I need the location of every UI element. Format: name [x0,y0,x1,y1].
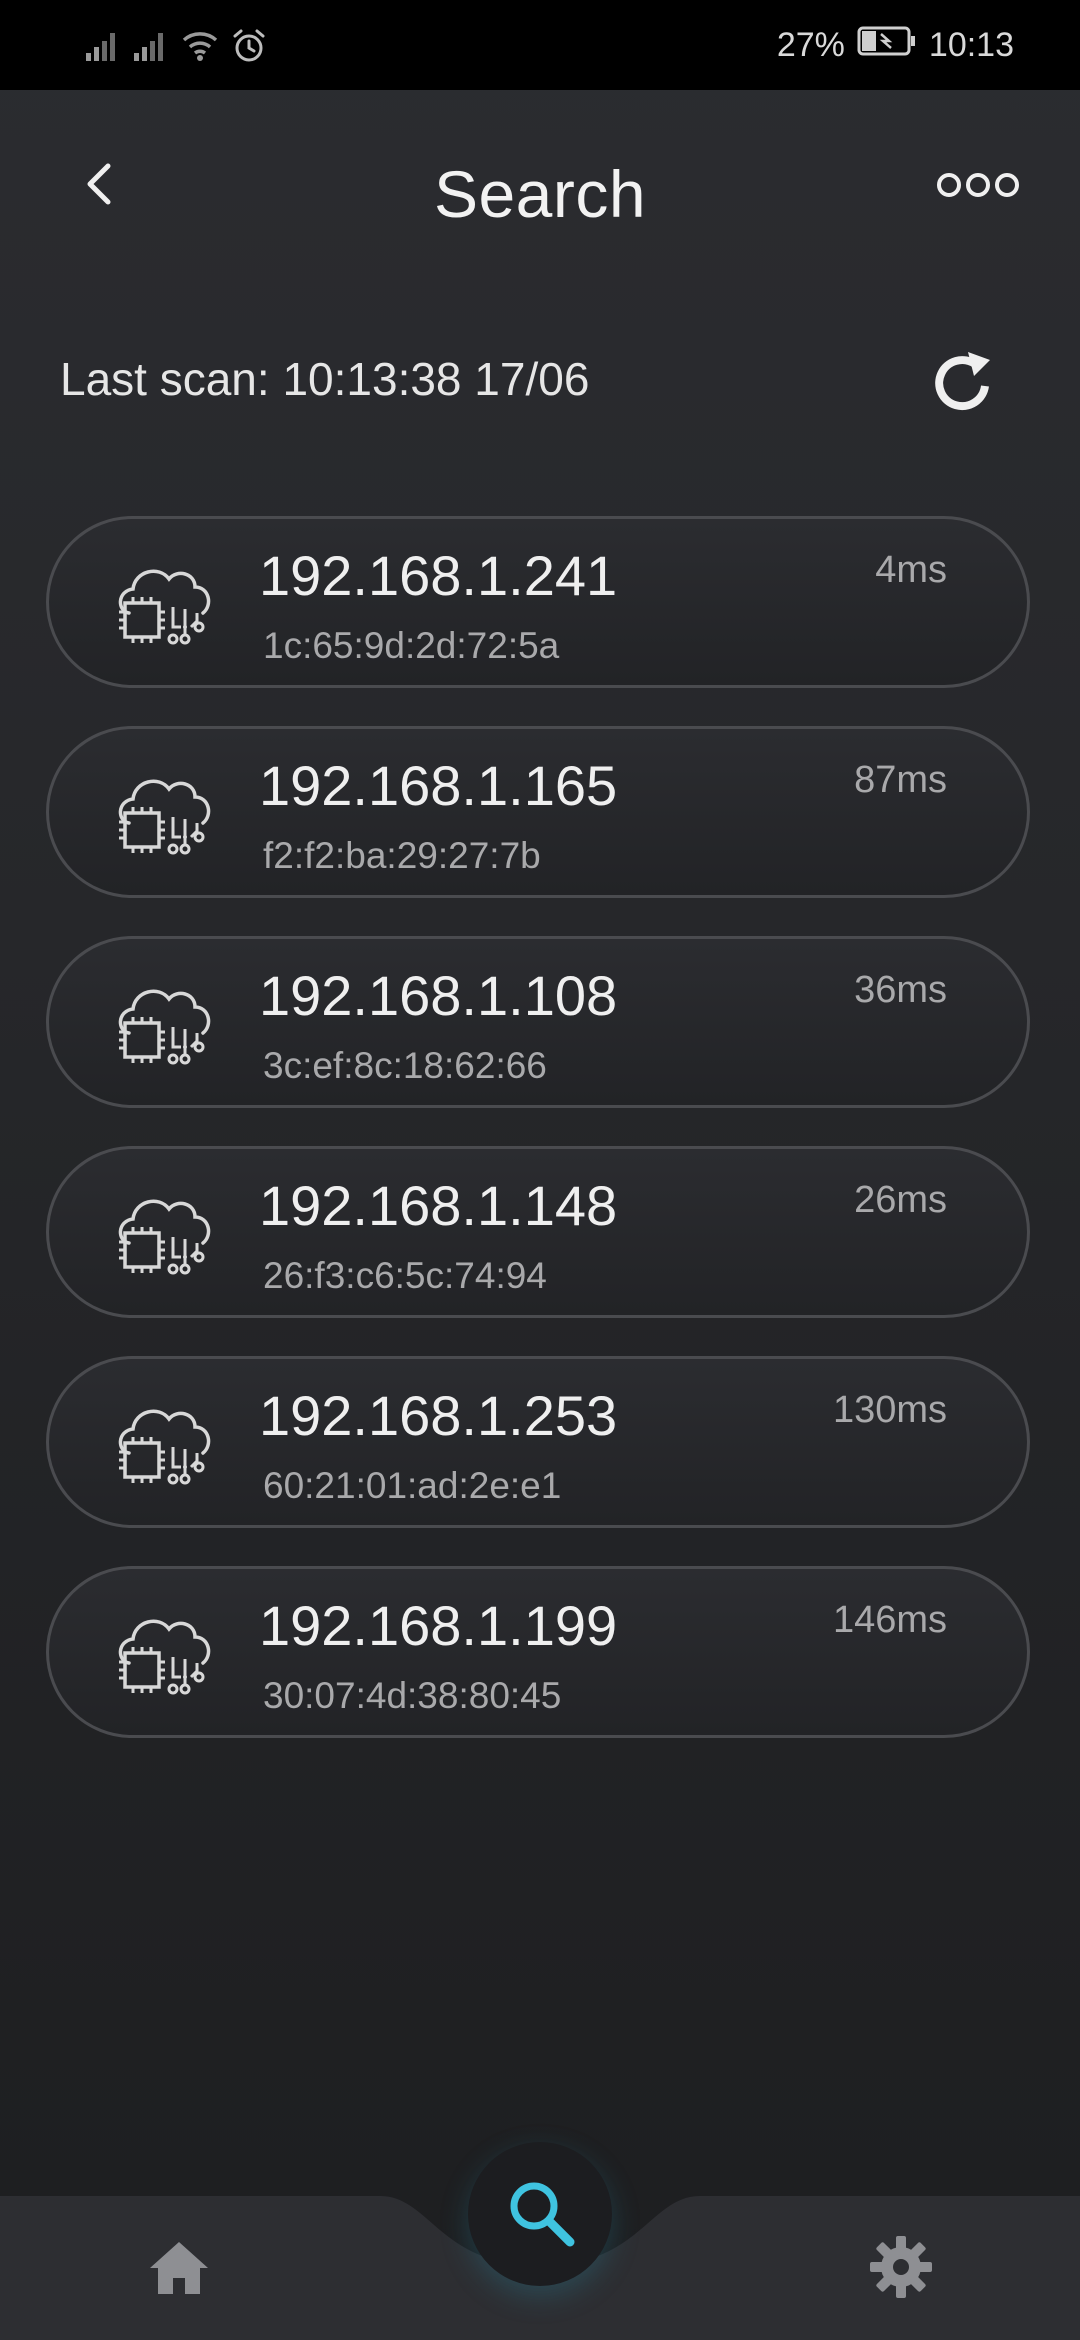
device-mac: f2:f2:ba:29:27:7b [263,835,541,876]
app-screen: 27% 10:13 Search Last scan: 10:13:38 17/… [0,0,1080,2340]
status-right: 27% 10:13 [777,22,1014,68]
last-scan-label: Last scan: 10:13:38 17/06 [60,353,590,405]
device-ip: 192.168.1.199 [259,1594,618,1657]
cloud-chip-icon [115,1187,215,1287]
refresh-icon [935,352,990,411]
cloud-chip-icon [115,767,215,867]
device-ping: 87ms [854,759,947,801]
device-ip: 192.168.1.241 [259,544,618,607]
bottom-nav [0,2142,1080,2340]
search-icon [510,2182,575,2247]
device-ping: 146ms [832,1599,947,1641]
alarm-icon [232,29,266,63]
device-ip: 192.168.1.148 [259,1174,618,1237]
battery-charging-icon [857,26,917,65]
device-mac: 30:07:4d:38:80:45 [263,1675,562,1716]
nav-home[interactable] [146,2236,212,2302]
device-ip: 192.168.1.253 [259,1384,618,1447]
home-icon [150,2242,208,2294]
device-card[interactable]: 192.168.1.108 3c:ef:8c:18:62:66 36ms [46,936,1030,1108]
battery-percent: 27% [776,25,845,64]
page-title: Search [433,157,647,231]
status-bar: 27% 10:13 [0,0,1080,90]
status-icons [86,26,266,66]
device-mac: 3c:ef:8c:18:62:66 [263,1045,547,1086]
device-ip: 192.168.1.165 [259,754,618,817]
more-horizontal-icon [937,173,1019,197]
cloud-chip-icon [115,557,215,657]
nav-search[interactable] [468,2142,612,2286]
device-card[interactable]: 192.168.1.199 30:07:4d:38:80:45 146ms [46,1566,1030,1738]
wifi-icon [182,30,218,62]
device-card[interactable]: 192.168.1.165 f2:f2:ba:29:27:7b 87ms [46,726,1030,898]
device-mac: 26:f3:c6:5c:74:94 [263,1255,547,1296]
signal-icon [86,31,120,61]
more-options-button[interactable] [936,168,1020,202]
cloud-chip-icon [115,1607,215,1707]
cloud-chip-icon [115,977,215,1077]
device-ping: 36ms [854,969,947,1011]
nav-settings[interactable] [868,2234,934,2300]
device-ping: 4ms [875,549,947,591]
device-ping: 130ms [832,1389,947,1431]
refresh-button[interactable] [928,348,998,418]
device-mac: 1c:65:9d:2d:72:5a [263,625,560,666]
cloud-chip-icon [115,1397,215,1497]
device-ip: 192.168.1.108 [259,964,618,1027]
device-mac: 60:21:01:ad:2e:e1 [263,1465,562,1506]
device-card[interactable]: 192.168.1.253 60:21:01:ad:2e:e1 130ms [46,1356,1030,1528]
clock: 10:13 [928,25,1014,64]
device-card[interactable]: 192.168.1.148 26:f3:c6:5c:74:94 26ms [46,1146,1030,1318]
signal-icon [134,31,168,61]
device-card[interactable]: 192.168.1.241 1c:65:9d:2d:72:5a 4ms [46,516,1030,688]
device-ping: 26ms [854,1179,947,1221]
gear-icon [870,2236,932,2298]
app-header: Search [0,90,1080,300]
